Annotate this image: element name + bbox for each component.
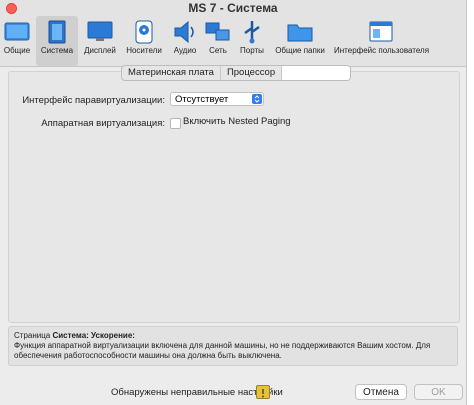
toolbar-item-display[interactable]: Дисплей [82,16,118,66]
info-line-1: Функция аппаратной виртуализации включен… [14,341,431,350]
paravirt-label: Интерфейс паравиртуализации: [22,95,165,106]
info-suffix: : [132,331,135,340]
toolbar-item-label: Порты [240,46,264,55]
toolbar-item-label: Общие папки [275,46,325,55]
paravirt-select[interactable]: Отсутствует [170,92,264,106]
folder-icon [287,24,313,42]
tab-bar: Материнская плата Процессор [121,65,352,81]
toolbar-item-storage[interactable]: Носители [124,16,164,66]
toolbar-item-label: Дисплей [84,46,116,55]
hwvirt-label: Аппаратная виртуализация: [41,118,165,129]
speaker-icon [174,20,194,44]
general-icon [4,22,30,41]
network-icon [205,22,230,41]
tab-acceleration[interactable] [282,66,351,80]
warning-icon[interactable] [256,385,270,399]
ok-button[interactable]: OK [414,384,463,400]
toolbar-item-system[interactable]: Система [36,16,78,66]
settings-toolbar: Общие Система Дисплей Носители Аудио Сет… [0,16,466,67]
storage-disk-icon [135,20,153,44]
nested-paging-label[interactable]: Включить Nested Paging [183,116,291,127]
info-line-2: обеспечения работоспособности машины она… [14,351,282,360]
info-prefix: Страница [14,331,53,340]
toolbar-item-label: Носители [126,46,162,55]
settings-window: MS 7 - Система Общие Система Дисплей Нос… [0,0,467,405]
toolbar-item-label: Интерфейс пользователя [334,46,430,55]
toolbar-item-shared-folders[interactable]: Общие папки [272,16,328,66]
info-heading: Страница Система: Ускорение: [14,331,452,341]
cancel-button[interactable]: Отмена [355,384,407,400]
toolbar-item-audio[interactable]: Аудио [170,16,200,66]
tab-processor[interactable]: Процессор [221,66,283,80]
title-bar: MS 7 - Система [0,0,466,16]
tab-motherboard[interactable]: Материнская плата [122,66,221,80]
nested-paging-checkbox[interactable] [170,118,181,129]
toolbar-item-label: Аудио [173,46,197,55]
toolbar-item-label: Сеть [209,46,227,55]
display-monitor-icon [87,21,113,41]
system-chip-icon [48,20,66,44]
select-arrows-icon [252,94,262,104]
toolbar-item-general[interactable]: Общие [2,16,32,66]
info-panel: Страница Система: Ускорение: Функция апп… [8,326,458,366]
background-strip [466,0,474,405]
ui-window-icon [369,21,393,42]
settings-content-panel [8,71,460,323]
usb-ports-icon [244,21,260,44]
toolbar-item-ports[interactable]: Порты [236,16,268,66]
toolbar-item-network[interactable]: Сеть [204,16,232,66]
window-title: MS 7 - Система [188,1,278,15]
toolbar-item-label: Общие [3,46,31,55]
toolbar-item-user-interface[interactable]: Интерфейс пользователя [334,16,430,66]
info-page-ref: Система: Ускорение [52,331,133,340]
paravirt-select-value: Отсутствует [175,94,229,105]
toolbar-item-label: Система [40,46,74,55]
